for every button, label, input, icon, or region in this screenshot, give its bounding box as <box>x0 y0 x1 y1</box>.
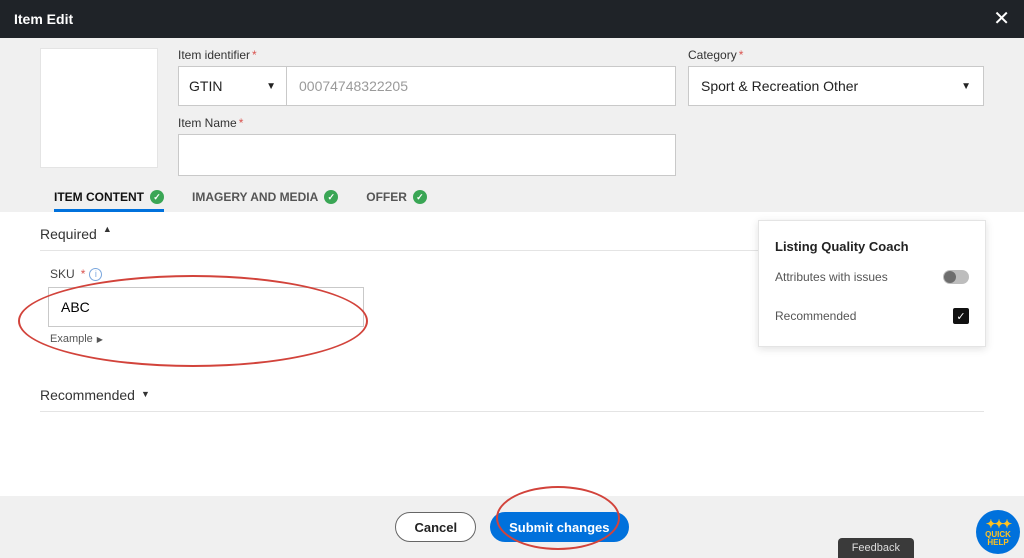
identifier-value-input[interactable] <box>286 66 676 106</box>
tab-offer[interactable]: OFFER ✓ <box>366 190 427 212</box>
spark-icon: ✦✦✦ <box>986 518 1010 530</box>
item-header-form: Item identifier* GTIN ▼ Item Name* <box>0 38 1024 212</box>
caret-down-icon: ▼ <box>961 81 971 92</box>
info-icon[interactable]: i <box>89 268 102 281</box>
listing-quality-coach-panel: Listing Quality Coach Attributes with is… <box>758 220 986 347</box>
required-star: * <box>81 267 86 281</box>
sku-field-block: SKU * i Example ▶ <box>40 267 740 345</box>
attributes-issues-toggle[interactable] <box>943 270 969 284</box>
chevron-right-icon: ▶ <box>97 335 103 344</box>
category-select[interactable]: Sport & Recreation Other ▼ <box>688 66 984 106</box>
modal-header: Item Edit ✕ <box>0 0 1024 38</box>
sku-label: SKU <box>50 267 75 281</box>
modal-title: Item Edit <box>14 11 73 27</box>
item-name-label: Item Name* <box>178 116 676 130</box>
tab-bar: ITEM CONTENT ✓ IMAGERY AND MEDIA ✓ OFFER… <box>54 190 984 212</box>
identifier-type-select[interactable]: GTIN ▼ <box>178 66 286 106</box>
coach-attributes-issues-label: Attributes with issues <box>775 270 888 284</box>
check-icon: ✓ <box>150 190 164 204</box>
coach-recommended-label: Recommended <box>775 309 856 323</box>
check-icon: ✓ <box>324 190 338 204</box>
collapse-up-icon: ▲ <box>103 224 112 234</box>
quick-help-fab[interactable]: ✦✦✦ QUICK HELP <box>976 510 1020 554</box>
item-content-body: Required ▲ SKU * i Example ▶ Recommended… <box>0 212 1024 502</box>
check-icon: ✓ <box>413 190 427 204</box>
feedback-tab[interactable]: Feedback <box>838 538 914 558</box>
item-thumbnail[interactable] <box>40 48 158 168</box>
section-recommended[interactable]: Recommended ▼ <box>40 373 984 412</box>
coach-title: Listing Quality Coach <box>775 239 969 254</box>
recommended-checkbox[interactable]: ✓ <box>953 308 969 324</box>
sku-example-toggle[interactable]: Example ▶ <box>50 333 740 345</box>
tab-item-content[interactable]: ITEM CONTENT ✓ <box>54 190 164 212</box>
category-label: Category* <box>688 48 984 62</box>
item-name-input[interactable] <box>178 134 676 176</box>
close-icon[interactable]: ✕ <box>993 9 1010 29</box>
submit-changes-button[interactable]: Submit changes <box>490 512 628 542</box>
sku-input[interactable] <box>48 287 364 327</box>
tab-imagery-media[interactable]: IMAGERY AND MEDIA ✓ <box>192 190 338 212</box>
item-identifier-label: Item identifier* <box>178 48 676 62</box>
expand-down-icon: ▼ <box>141 389 150 399</box>
caret-down-icon: ▼ <box>266 81 276 92</box>
identifier-type-value: GTIN <box>189 78 222 94</box>
category-value: Sport & Recreation Other <box>701 78 858 94</box>
cancel-button[interactable]: Cancel <box>395 512 476 542</box>
